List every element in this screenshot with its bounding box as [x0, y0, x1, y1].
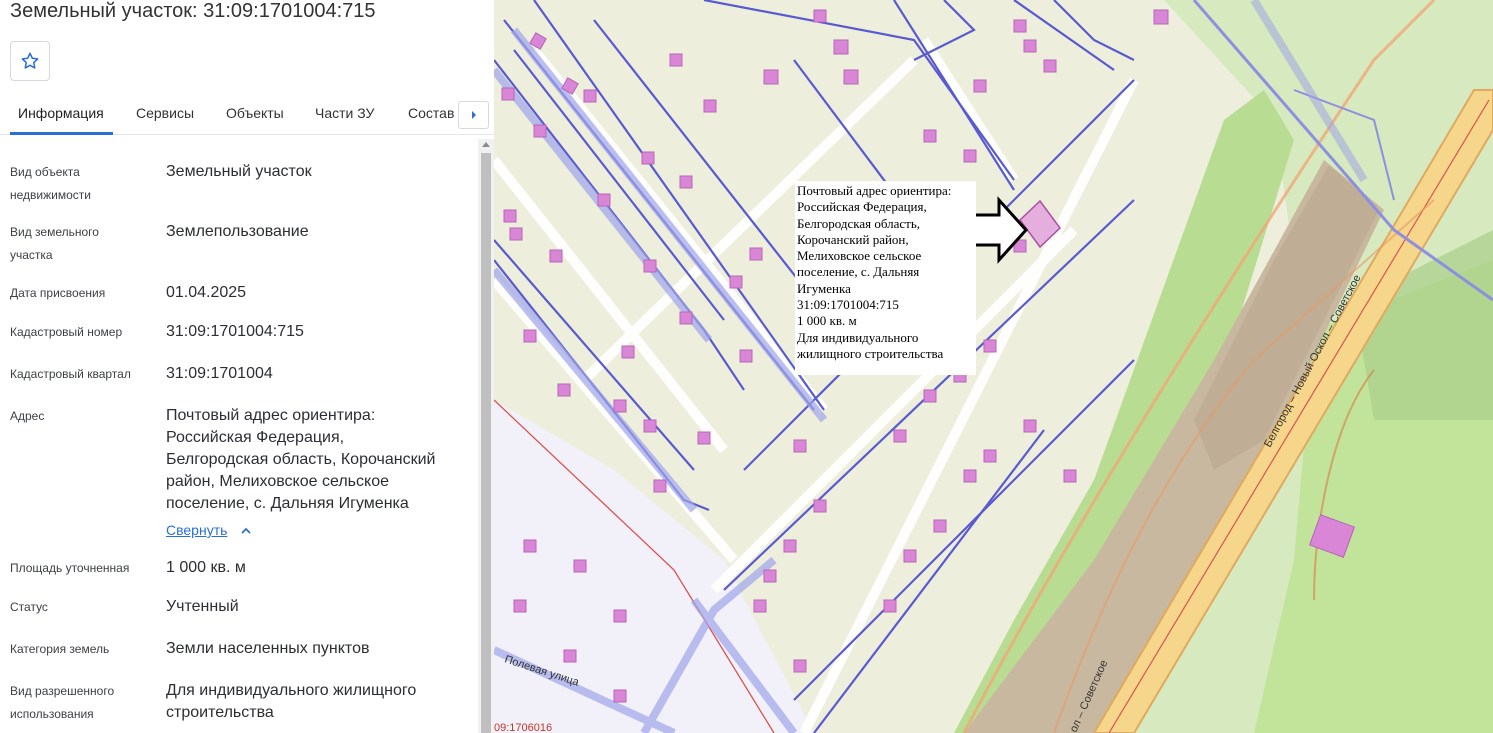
scroll-up-icon[interactable] [482, 142, 490, 147]
star-icon [21, 52, 39, 69]
scrollbar-thumb[interactable] [481, 153, 491, 733]
field-value: Для индивидуального жилищного строительст… [166, 682, 417, 721]
field-value: Землепользование [166, 223, 309, 240]
tab-parts[interactable]: Части ЗУ [315, 105, 374, 121]
collapse-link[interactable]: Свернуть [166, 515, 472, 542]
field-value: Земельный участок [166, 163, 312, 180]
field-label: Адрес [10, 409, 45, 423]
field-label: Дата присвоения [10, 286, 106, 300]
favorite-button[interactable] [10, 41, 50, 81]
map-canvas[interactable]: Белгород – Новый Оскол – Советское ол – … [494, 0, 1493, 733]
field-value: 1 000 кв. м [166, 559, 246, 576]
field-label: Площадь уточненная [10, 561, 130, 575]
field-value: 31:09:1701004 [166, 365, 273, 382]
field-label: Вид объекта недвижимости [10, 165, 91, 202]
field-label: Категория земель [10, 642, 110, 656]
tab-composition[interactable]: Состав [408, 105, 454, 121]
field-label: Статус [10, 600, 48, 614]
chevron-up-icon[interactable] [240, 526, 252, 536]
field-value: Почтовый адрес ориентира: Российская Фед… [166, 405, 472, 542]
caret-right-icon [471, 111, 476, 119]
tab-services[interactable]: Сервисы [136, 105, 194, 121]
tabs-next-button[interactable] [458, 101, 489, 129]
field-label: Вид разрешенного использования [10, 684, 115, 721]
field-label: Кадастровый квартал [10, 367, 131, 381]
field-value: 31:09:1701004:715 [166, 323, 304, 340]
tab-information[interactable]: Информация [18, 105, 104, 121]
tab-objects[interactable]: Объекты [226, 105, 284, 121]
field-label: Кадастровый номер [10, 325, 123, 339]
field-value: Земли населенных пунктов [166, 640, 370, 657]
map-popup: Почтовый адрес ориентира: Российская Фед… [795, 181, 976, 375]
tab-bar: Информация Сервисы Объекты Части ЗУ Сост… [0, 95, 494, 135]
info-panel: Земельный участок: 31:09:1701004:715 Инф… [0, 0, 494, 733]
field-value: Учтенный [166, 598, 239, 615]
field-label: Вид земельного участка [10, 225, 99, 262]
cadastral-block-label: 09:1706016 [494, 722, 552, 733]
map-view[interactable]: Белгород – Новый Оскол – Советское ол – … [494, 0, 1493, 733]
field-value: 01.04.2025 [166, 284, 247, 301]
active-tab-indicator [10, 132, 113, 135]
page-title: Земельный участок: 31:09:1701004:715 [10, 0, 376, 22]
